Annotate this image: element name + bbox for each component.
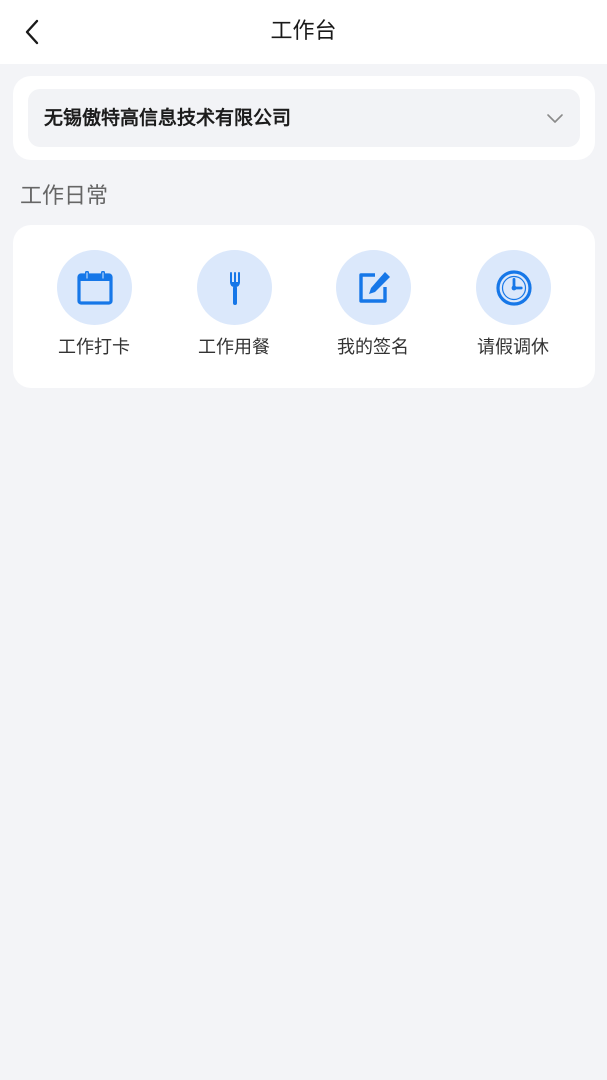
- tool-leave[interactable]: 请假调休: [458, 250, 568, 362]
- section-title: 工作日常: [20, 184, 109, 209]
- tool-label: 我的签名: [337, 337, 409, 358]
- tool-label: 工作用餐: [198, 337, 270, 358]
- chevron-down-icon: [547, 114, 563, 123]
- company-select[interactable]: 无锡傲特高信息技术有限公司: [28, 89, 580, 147]
- company-name: 无锡傲特高信息技术有限公司: [44, 107, 292, 129]
- tool-signature[interactable]: 我的签名: [318, 250, 428, 362]
- clock-icon: [495, 269, 532, 306]
- tool-clock-in[interactable]: 工作打卡: [39, 250, 149, 362]
- tool-icon-circle: [197, 250, 272, 325]
- top-bar: 工作台: [0, 0, 607, 64]
- page-title: 工作台: [270, 19, 337, 44]
- tool-icon-circle: [476, 250, 551, 325]
- tool-label: 工作打卡: [58, 337, 130, 358]
- calendar-icon: [76, 270, 113, 305]
- company-card: 无锡傲特高信息技术有限公司: [13, 76, 595, 160]
- fork-icon: [229, 271, 240, 305]
- tool-icon-circle: [57, 250, 132, 325]
- tool-label: 请假调休: [477, 337, 549, 358]
- edit-icon: [358, 271, 390, 303]
- tool-icon-circle: [336, 250, 411, 325]
- tool-meal[interactable]: 工作用餐: [179, 250, 289, 362]
- tools-card: 工作打卡 工作用餐 我的签名 请假调休: [13, 225, 595, 388]
